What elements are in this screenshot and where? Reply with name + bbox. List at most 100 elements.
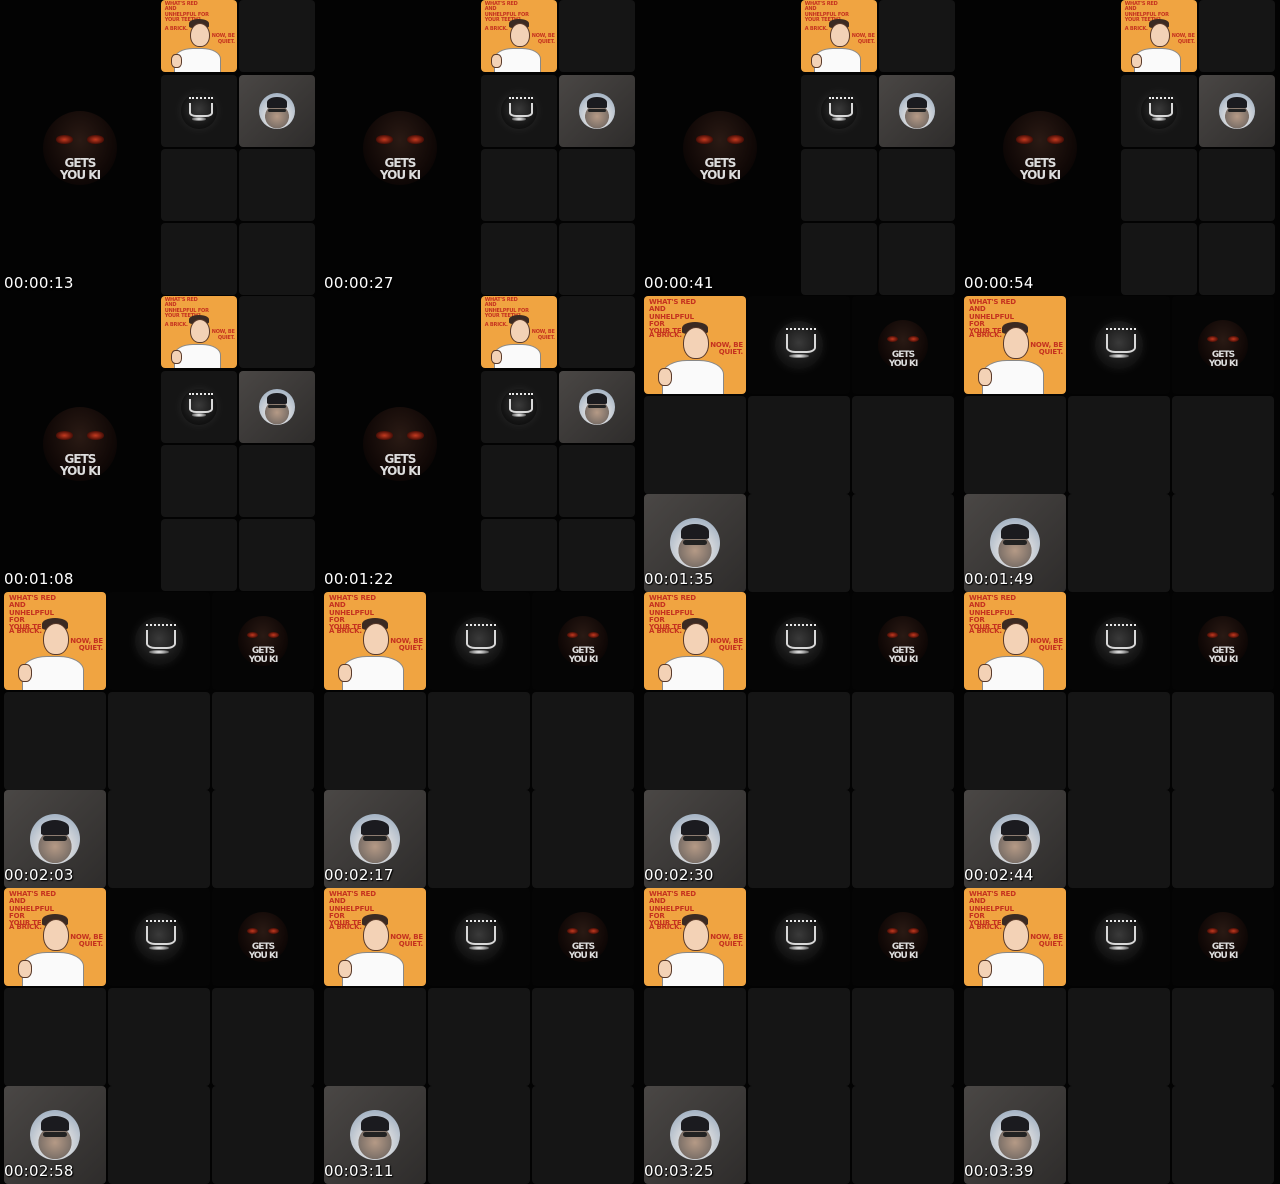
contact-sheet: GETS YOU KI WHAT'S RED AND UNHELPFUL FOR YO… (0, 0, 1280, 1184)
video-frame: GETS YOU KI WHAT'S RED AND UNHELPFUL FOR YO… (320, 0, 640, 296)
empty-tile (1068, 396, 1170, 494)
empty-tile (532, 790, 634, 888)
mask-left-eye (1016, 134, 1033, 144)
mask-text: GETS YOU KI (379, 155, 421, 182)
empty-tile (1172, 692, 1274, 790)
empty-tile (644, 988, 746, 1086)
crown-icon (188, 392, 214, 414)
empty-tile (748, 790, 850, 888)
mask-left-eye (56, 134, 73, 144)
cartoon-man-card-tile[interactable]: WHAT'S RED AND UNHELPFUL FOR YOUR TEETH? A … (1121, 0, 1197, 72)
avatar-glasses (1228, 108, 1246, 113)
cartoon-man-card-tile[interactable]: WHAT'S RED AND UNHELPFUL FOR YOUR TEETH? A … (801, 0, 877, 72)
empty-tile (1068, 1086, 1170, 1184)
card-face (1003, 327, 1029, 359)
card-face (363, 623, 389, 655)
mask-text: GETS YOU KI (248, 942, 279, 961)
mask-text: GETS YOU KI (1208, 646, 1239, 665)
card-hand (338, 960, 352, 978)
person-cap-avatar-icon (350, 1110, 400, 1160)
empty-tile (964, 988, 1066, 1086)
avatar-cap (1226, 97, 1248, 109)
cartoon-man-card-tile[interactable]: WHAT'S RED AND UNHELPFUL FOR YOUR TEETH? A … (324, 888, 426, 986)
card-face (43, 623, 69, 655)
demon-mask-avatar-icon: GETS YOU KI (1198, 912, 1248, 962)
card-hand (658, 664, 672, 682)
cartoon-man-card-tile[interactable]: WHAT'S RED AND UNHELPFUL FOR YOUR TEETH? A … (644, 888, 746, 986)
person-cap-avatar-icon (30, 814, 80, 864)
empty-tile (852, 790, 954, 888)
crown-orb-avatar-icon (181, 93, 217, 129)
card-hand (171, 53, 183, 68)
card-face (510, 319, 530, 344)
crown-orb-avatar-icon (1141, 93, 1177, 129)
card-answer-text: A BRICK. (9, 923, 42, 931)
empty-tile (1068, 692, 1170, 790)
mask-right-eye (407, 134, 424, 144)
crown-glow (511, 413, 527, 418)
mask-left-eye (1207, 336, 1218, 342)
crown-icon (508, 392, 534, 414)
cartoon-man-card-tile[interactable]: WHAT'S RED AND UNHELPFUL FOR YOUR TEETH? A … (4, 888, 106, 986)
crown-glow (1151, 117, 1167, 122)
cartoon-man-card-tile[interactable]: WHAT'S RED AND UNHELPFUL FOR YOUR TEETH? A … (644, 296, 746, 394)
cartoon-man-card-tile[interactable]: WHAT'S RED AND UNHELPFUL FOR YOUR TEETH? A … (161, 0, 237, 72)
mask-left-eye (696, 134, 713, 144)
avatar-glasses (908, 108, 926, 113)
cartoon-man-card-tile[interactable]: WHAT'S RED AND UNHELPFUL FOR YOUR TEETH? A … (4, 592, 106, 690)
video-frame: WHAT'S RED AND UNHELPFUL FOR YOUR TEETH? A … (640, 296, 960, 592)
empty-tile (108, 790, 210, 888)
empty-tile (879, 149, 955, 221)
empty-tile (212, 790, 314, 888)
crown-orb-avatar-icon (181, 389, 217, 425)
cartoon-man-card-tile[interactable]: WHAT'S RED AND UNHELPFUL FOR YOUR TEETH? A … (324, 592, 426, 690)
cartoon-man-card-tile[interactable]: WHAT'S RED AND UNHELPFUL FOR YOUR TEETH? A … (964, 296, 1066, 394)
mask-text: GETS YOU KI (1019, 155, 1061, 182)
mask-left-eye (887, 928, 898, 934)
card-quiet-text: NOW, BE QUIET. (851, 33, 875, 45)
crown-orb-avatar-icon (775, 321, 823, 369)
empty-tile (1199, 0, 1275, 72)
cartoon-man-card-tile[interactable]: WHAT'S RED AND UNHELPFUL FOR YOUR TEETH? A … (481, 296, 557, 368)
mask-text: GETS YOU KI (59, 155, 101, 182)
empty-tile (324, 692, 426, 790)
card-quiet-text: NOW, BE QUIET. (1030, 341, 1063, 357)
mask-right-eye (87, 134, 104, 144)
empty-tile (1068, 494, 1170, 592)
card-quiet-text: NOW, BE QUIET. (211, 33, 235, 45)
card-hand (658, 960, 672, 978)
video-frame: GETS YOU KI WHAT'S RED AND UNHELPFUL FOR YO… (0, 296, 320, 592)
crown-icon (145, 920, 177, 945)
cartoon-man-card-tile[interactable]: WHAT'S RED AND UNHELPFUL FOR YOUR TEETH? A … (964, 592, 1066, 690)
cartoon-man-card-tile[interactable]: WHAT'S RED AND UNHELPFUL FOR YOUR TEETH? A … (481, 0, 557, 72)
avatar-cap (41, 1116, 69, 1131)
card-answer-text: A BRICK. (9, 627, 42, 635)
cartoon-man-card-tile[interactable]: WHAT'S RED AND UNHELPFUL FOR YOUR TEETH? A … (644, 592, 746, 690)
video-frame: WHAT'S RED AND UNHELPFUL FOR YOUR TEETH? A … (640, 592, 960, 888)
crown-orb-avatar-icon (775, 913, 823, 961)
crown-icon (828, 96, 854, 118)
avatar-glasses (43, 1132, 67, 1137)
empty-tile (239, 296, 315, 368)
card-hand (1131, 53, 1143, 68)
demon-mask-avatar-icon: GETS YOU KI (363, 407, 437, 481)
crown-orb-avatar-icon (501, 389, 537, 425)
person-cap-avatar-icon (670, 1110, 720, 1160)
mask-right-eye (268, 928, 279, 934)
empty-tile (428, 988, 530, 1086)
mask-right-eye (908, 928, 919, 934)
card-answer-text: A BRICK. (969, 923, 1002, 931)
cartoon-man-card-tile[interactable]: WHAT'S RED AND UNHELPFUL FOR YOUR TEETH? A … (964, 888, 1066, 986)
video-frame: GETS YOU KI WHAT'S RED AND UNHELPFUL FOR YO… (320, 296, 640, 592)
empty-tile (481, 519, 557, 591)
video-frame: WHAT'S RED AND UNHELPFUL FOR YOUR TEETH? A … (960, 592, 1280, 888)
cartoon-man-card-tile[interactable]: WHAT'S RED AND UNHELPFUL FOR YOUR TEETH? A … (161, 296, 237, 368)
empty-tile (324, 988, 426, 1086)
frame-timestamp: 00:00:41 (644, 274, 714, 292)
empty-tile (852, 692, 954, 790)
empty-tile (1068, 988, 1170, 1086)
card-quiet-text: NOW, BE QUIET. (710, 637, 743, 653)
crown-glow (1109, 945, 1129, 951)
avatar-cap (1001, 820, 1029, 835)
mask-text: GETS YOU KI (888, 350, 919, 369)
